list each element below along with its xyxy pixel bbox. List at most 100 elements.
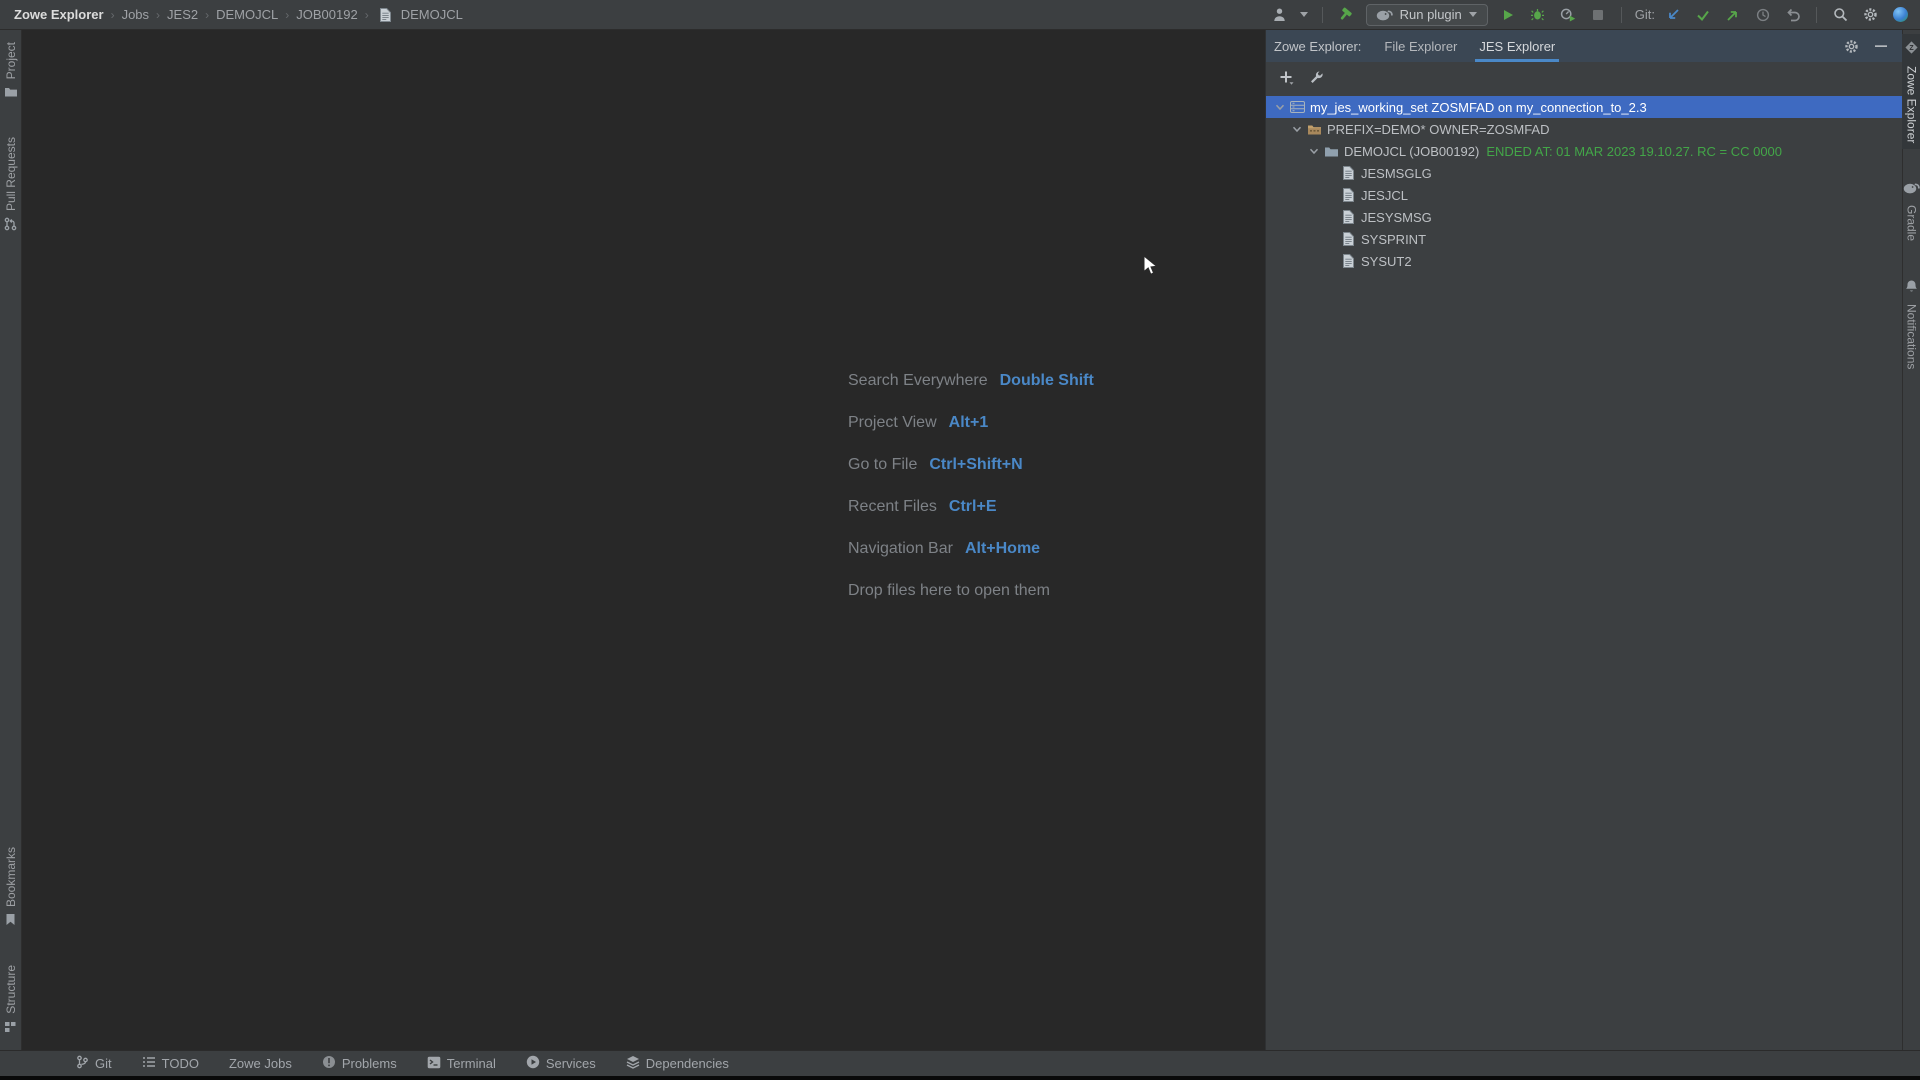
update-project-button[interactable] (1663, 5, 1683, 25)
tab-file-explorer[interactable]: File Explorer (1373, 30, 1468, 62)
tree-item-spool-file[interactable]: SYSPRINT (1266, 228, 1902, 250)
bookmark-icon (5, 913, 16, 931)
hint-navigation-bar: Navigation Bar Alt+Home (848, 536, 1094, 562)
right-toolwindow-stripe: Z Zowe Explorer Gradle Notifications (1902, 30, 1920, 1050)
hint-project-view: Project View Alt+1 (848, 410, 1094, 436)
chevron-down-icon (1300, 5, 1309, 25)
spool-file-icon (1340, 232, 1356, 246)
settings-gear-icon[interactable] (1860, 5, 1880, 25)
window-bottom-edge (0, 1076, 1920, 1080)
stop-button (1588, 5, 1608, 25)
wrench-icon[interactable] (1304, 65, 1328, 89)
spool-file-icon (1340, 166, 1356, 180)
history-button (1753, 5, 1773, 25)
statusbar-git[interactable]: Git (76, 1055, 112, 1072)
jes-explorer-panel: Zowe Explorer: File Explorer JES Explore… (1265, 30, 1902, 1050)
commit-button[interactable] (1693, 5, 1713, 25)
divider (1621, 7, 1622, 23)
profiler-button[interactable] (1558, 5, 1578, 25)
debug-button[interactable] (1528, 5, 1548, 25)
bell-icon (1905, 279, 1918, 298)
file-icon (376, 5, 396, 25)
chevron-down-icon[interactable] (1289, 122, 1305, 136)
tree-item-spool-file[interactable]: SYSUT2 (1266, 250, 1902, 272)
statusbar-services[interactable]: Services (526, 1055, 596, 1072)
sidebar-item-bookmarks[interactable]: Bookmarks (2, 841, 20, 937)
divider (1322, 7, 1323, 23)
dependencies-icon (626, 1055, 640, 1072)
breadcrumb-item[interactable]: DEMOJCL (216, 7, 278, 22)
breadcrumb-item[interactable]: Zowe Explorer (14, 7, 104, 22)
tab-jes-explorer[interactable]: JES Explorer (1468, 30, 1566, 62)
statusbar-problems[interactable]: Problems (322, 1055, 397, 1072)
toolwindow-tabs: File Explorer JES Explorer (1373, 30, 1566, 62)
services-icon (526, 1055, 540, 1072)
spool-file-icon (1340, 210, 1356, 224)
toolwindow-settings-gear-icon[interactable] (1840, 35, 1862, 57)
git-branch-icon (76, 1055, 89, 1072)
breadcrumb-item[interactable]: DEMOJCL (376, 5, 463, 25)
breadcrumb-item[interactable]: JES2 (167, 7, 198, 22)
toolwindow-title[interactable]: Zowe Explorer: (1274, 39, 1361, 54)
statusbar-todo[interactable]: TODO (142, 1056, 199, 1071)
breadcrumb-item[interactable]: Jobs (122, 7, 149, 22)
gradle-icon (1903, 181, 1920, 199)
push-button[interactable] (1723, 5, 1743, 25)
sidebar-item-zowe-explorer[interactable]: Z Zowe Explorer (1902, 34, 1920, 149)
tree-item-spool-file[interactable]: JESJCL (1266, 184, 1902, 206)
zowe-icon: Z (1904, 40, 1919, 60)
add-button[interactable] (1274, 65, 1298, 89)
project-folder-icon (4, 85, 18, 103)
todo-list-icon (142, 1056, 156, 1071)
folder-icon (1323, 145, 1339, 158)
run-configuration-label: Run plugin (1400, 7, 1462, 22)
jes-working-set-icon (1289, 101, 1305, 113)
tree-item-spool-file[interactable]: JESMSGLG (1266, 162, 1902, 184)
run-button[interactable] (1498, 5, 1518, 25)
globe-icon[interactable] (1890, 5, 1910, 25)
breadcrumb-separator: › (365, 8, 369, 22)
shortcut-hints: Search Everywhere Double Shift Project V… (848, 368, 1094, 620)
sidebar-item-pull-requests[interactable]: Pull Requests (2, 131, 20, 242)
breadcrumb-separator: › (205, 8, 209, 22)
hide-toolwindow-icon[interactable] (1870, 35, 1892, 57)
spool-file-icon (1340, 254, 1356, 268)
breadcrumb: Zowe Explorer › Jobs › JES2 › DEMOJCL › … (14, 5, 463, 25)
chevron-down-icon[interactable] (1306, 144, 1322, 158)
tree-item-working-set[interactable]: my_jes_working_set ZOSMFAD on my_connect… (1266, 96, 1902, 118)
breadcrumb-separator: › (285, 8, 289, 22)
sidebar-item-gradle[interactable]: Gradle (1901, 175, 1920, 247)
search-everywhere-icon[interactable] (1830, 5, 1850, 25)
hint-go-to-file: Go to File Ctrl+Shift+N (848, 452, 1094, 478)
build-hammer-icon[interactable] (1336, 5, 1356, 25)
sidebar-item-structure[interactable]: Structure (2, 959, 20, 1044)
status-bar: Git TODO Zowe Jobs Problems Terminal Ser… (0, 1050, 1920, 1076)
divider (1816, 7, 1817, 23)
main-toolbar: Zowe Explorer › Jobs › JES2 › DEMOJCL › … (0, 0, 1920, 30)
ide-window: Zowe Explorer › Jobs › JES2 › DEMOJCL › … (0, 0, 1920, 1080)
tree-item-prefix-filter[interactable]: PREFIX=DEMO* OWNER=ZOSMFAD (1266, 118, 1902, 140)
statusbar-terminal[interactable]: Terminal (427, 1056, 496, 1072)
hint-drop-files: Drop files here to open them (848, 578, 1094, 604)
breadcrumb-separator: › (111, 8, 115, 22)
statusbar-zowe-jobs[interactable]: Zowe Jobs (229, 1056, 292, 1071)
sidebar-item-project[interactable]: Project (2, 36, 20, 109)
pull-request-icon (4, 217, 17, 236)
job-status-text: ENDED AT: 01 MAR 2023 19.10.27. RC = CC … (1486, 144, 1782, 159)
statusbar-dependencies[interactable]: Dependencies (626, 1055, 729, 1072)
chevron-down-icon[interactable] (1272, 100, 1288, 114)
user-menu-icon[interactable] (1270, 5, 1290, 25)
gradle-icon (1376, 5, 1393, 25)
tree-item-spool-file[interactable]: JESYSMSG (1266, 206, 1902, 228)
breadcrumb-separator: › (156, 8, 160, 22)
rollback-button (1783, 5, 1803, 25)
run-configuration-button[interactable]: Run plugin (1366, 4, 1488, 26)
svg-text:Z: Z (1909, 45, 1914, 52)
left-toolwindow-stripe: Project Pull Requests Bookmarks Structur… (0, 30, 22, 1050)
sidebar-item-notifications[interactable]: Notifications (1903, 273, 1920, 375)
tree-item-job[interactable]: DEMOJCL (JOB00192) ENDED AT: 01 MAR 2023… (1266, 140, 1902, 162)
breadcrumb-item[interactable]: JOB00192 (296, 7, 357, 22)
git-label: Git: (1635, 7, 1655, 22)
filter-folder-icon (1306, 123, 1322, 136)
terminal-icon (427, 1056, 441, 1072)
